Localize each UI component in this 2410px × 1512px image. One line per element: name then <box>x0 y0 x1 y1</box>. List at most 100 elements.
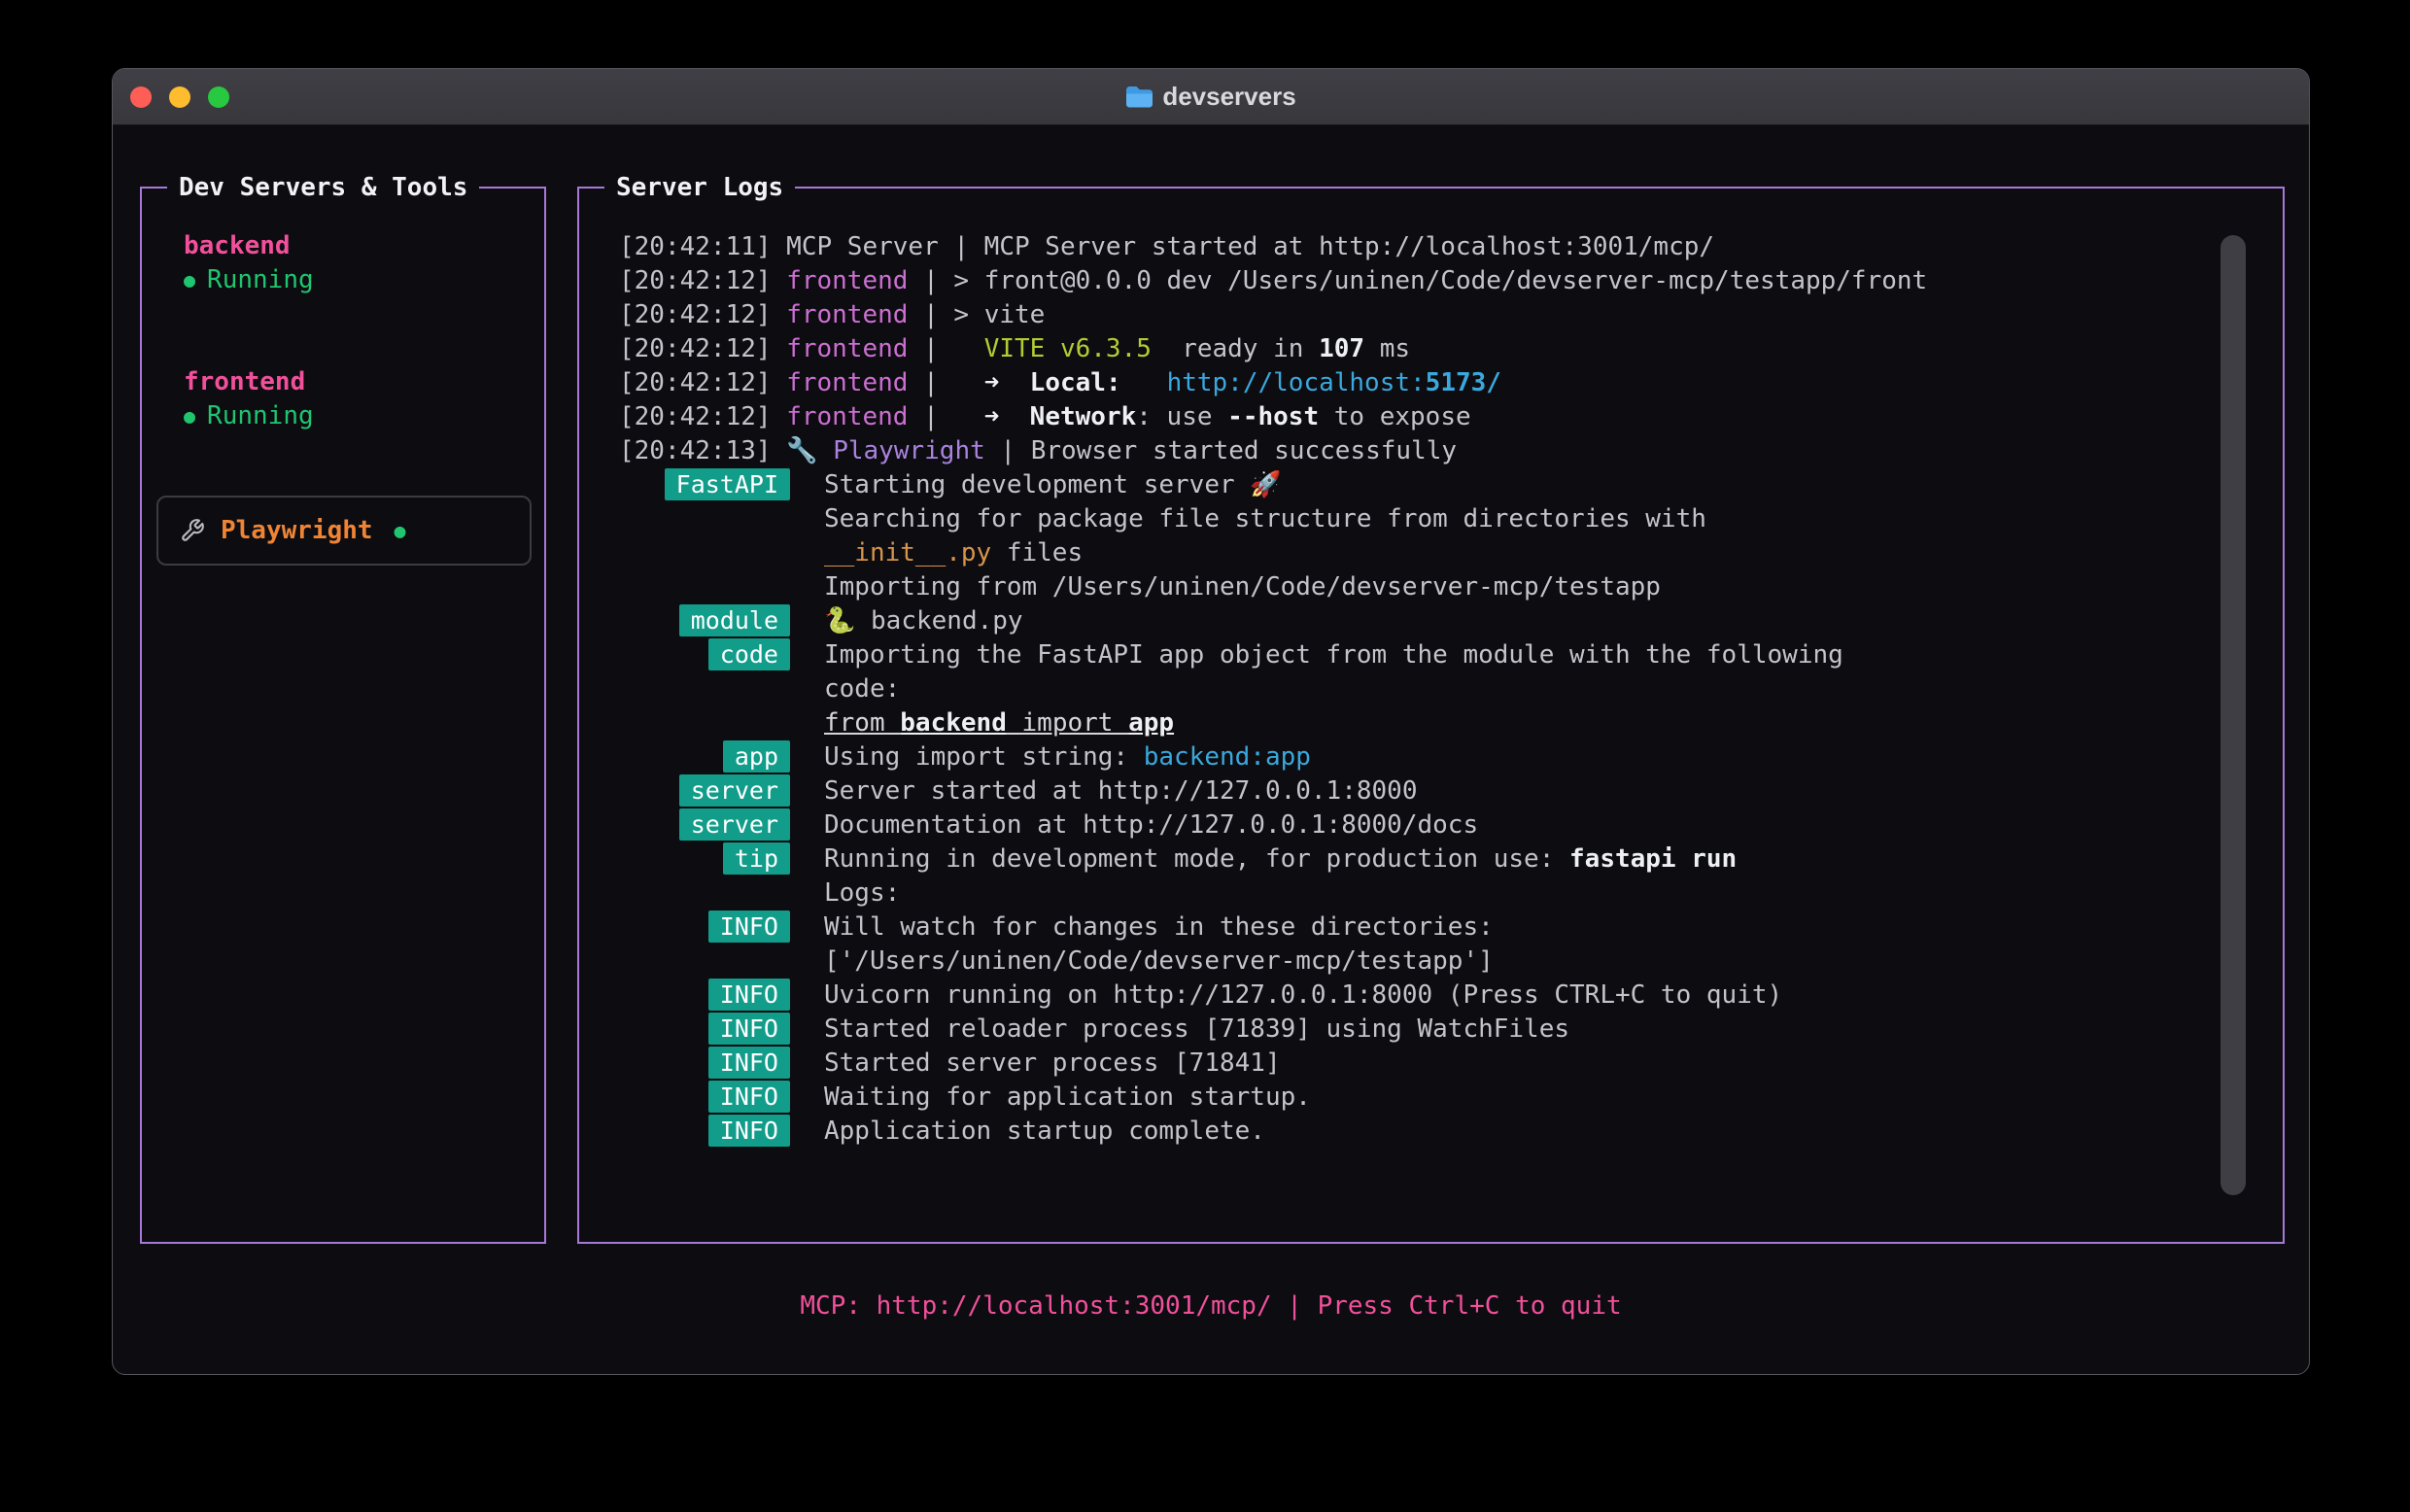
log-badge-gutter: INFO <box>619 911 824 943</box>
wrench-icon <box>180 518 205 543</box>
log-line: from backend import app <box>619 705 2205 739</box>
log-message: Logs: <box>824 878 900 908</box>
server-status: ●Running <box>184 263 314 297</box>
sidebar-panel: Dev Servers & Tools backend●Runningfront… <box>140 187 546 1244</box>
window-title-group: devservers <box>1125 82 1295 112</box>
log-badge-gutter: INFO <box>619 979 824 1011</box>
log-badge: module <box>679 604 790 636</box>
log-message: Running in development mode, for product… <box>824 844 1737 874</box>
log-line: [20:42:12] frontend | ➜ Local: http://lo… <box>619 365 2205 399</box>
log-badge: INFO <box>708 1115 790 1147</box>
sidebar-panel-title: Dev Servers & Tools <box>167 170 479 205</box>
window-title: devservers <box>1162 82 1295 112</box>
log-badge: server <box>679 774 790 807</box>
log-line: [20:42:12] frontend | ➜ Network: use --h… <box>619 399 2205 433</box>
tool-name: Playwright <box>221 516 373 545</box>
log-badge: app <box>723 740 790 773</box>
terminal-window: devservers Dev Servers & Tools backend●R… <box>112 68 2310 1375</box>
log-badge-gutter: INFO <box>619 1115 824 1147</box>
log-badge-gutter: tip <box>619 842 824 875</box>
log-line: Importing from /Users/uninen/Code/devser… <box>619 569 2205 603</box>
log-message: Started reloader process [71839] using W… <box>824 1014 1569 1044</box>
server-name: frontend <box>184 365 314 399</box>
log-badge: INFO <box>708 979 790 1011</box>
minimize-window-button[interactable] <box>169 86 190 108</box>
log-line: [20:42:11] MCP Server | MCP Server start… <box>619 229 2205 263</box>
log-badge-gutter: server <box>619 808 824 841</box>
log-badge: INFO <box>708 1047 790 1079</box>
log-message: Started server process [71841] <box>824 1048 1281 1078</box>
log-message: Using import string: backend:app <box>824 742 1311 772</box>
log-line: code Importing the FastAPI app object fro… <box>619 637 2205 671</box>
log-line: module🐍 backend.py <box>619 603 2205 637</box>
status-dot: ● <box>184 399 195 433</box>
server-name: backend <box>184 229 314 263</box>
log-line: FastAPI Starting development server 🚀 <box>619 467 2205 501</box>
log-line: ['/Users/uninen/Code/devserver-mcp/testa… <box>619 944 2205 978</box>
log-message: code: <box>824 674 900 704</box>
log-line: app Using import string: backend:app <box>619 739 2205 773</box>
sidebar-item-backend[interactable]: backend●Running <box>184 229 314 297</box>
log-message: Searching for package file structure fro… <box>824 504 1706 533</box>
log-badge: INFO <box>708 911 790 943</box>
log-message: Importing the FastAPI app object from th… <box>824 640 1843 670</box>
log-message: Starting development server 🚀 <box>824 470 1282 499</box>
log-line: INFO Started server process [71841] <box>619 1046 2205 1080</box>
log-line: __init__.py files <box>619 535 2205 569</box>
log-badge-gutter: server <box>619 774 824 807</box>
log-message: [20:42:13] 🔧 Playwright | Browser starte… <box>619 436 1457 465</box>
log-badge-gutter: INFO <box>619 1013 824 1045</box>
log-line: server Server started at http://127.0.0.1… <box>619 773 2205 808</box>
server-logs-panel-title: Server Logs <box>604 170 795 205</box>
status-dot: ● <box>395 519 406 542</box>
log-badge-gutter: code <box>619 638 824 670</box>
server-status: ●Running <box>184 399 314 433</box>
log-line: [20:42:13] 🔧 Playwright | Browser starte… <box>619 433 2205 467</box>
status-bar: MCP: http://localhost:3001/mcp/ | Press … <box>113 1289 2309 1323</box>
server-logs-panel: Server Logs [20:42:11] MCP Server | MCP … <box>577 187 2285 1244</box>
traffic-lights <box>130 69 229 124</box>
log-badge: INFO <box>708 1013 790 1045</box>
window-titlebar[interactable]: devservers <box>113 69 2309 125</box>
log-scrollbar[interactable] <box>2221 235 2246 1195</box>
log-message: __init__.py files <box>824 538 1083 567</box>
log-badge: INFO <box>708 1081 790 1113</box>
log-badge-gutter: FastAPI <box>619 468 824 500</box>
log-line: INFO Will watch for changes in these dire… <box>619 910 2205 944</box>
log-message: [20:42:12] frontend | VITE v6.3.5 ready … <box>619 334 1410 363</box>
log-message: Server started at http://127.0.0.1:8000 <box>824 776 1417 806</box>
log-line: serverDocumentation at http://127.0.0.1:… <box>619 808 2205 842</box>
sidebar-item-playwright[interactable]: Playwright ● <box>156 496 532 566</box>
log-message: Application startup complete. <box>824 1117 1265 1146</box>
log-line: INFO Waiting for application startup. <box>619 1080 2205 1114</box>
log-badge-gutter: INFO <box>619 1081 824 1113</box>
log-message: ['/Users/uninen/Code/devserver-mcp/testa… <box>824 946 1494 976</box>
log-line: INFO Application startup complete. <box>619 1114 2205 1148</box>
status-dot: ● <box>184 263 195 297</box>
log-badge: tip <box>723 842 790 875</box>
log-badge: FastAPI <box>665 468 790 500</box>
log-output: [20:42:11] MCP Server | MCP Server start… <box>619 229 2205 1148</box>
log-line: INFO Started reloader process [71839] usi… <box>619 1012 2205 1046</box>
log-message: Importing from /Users/uninen/Code/devser… <box>824 572 1661 601</box>
log-line: Searching for package file structure fro… <box>619 501 2205 535</box>
log-message: from backend import app <box>824 708 1174 738</box>
log-line: INFO Uvicorn running on http://127.0.0.1:… <box>619 978 2205 1012</box>
log-message: [20:42:12] frontend | ➜ Network: use --h… <box>619 402 1471 431</box>
folder-icon <box>1125 86 1153 108</box>
zoom-window-button[interactable] <box>208 86 229 108</box>
log-line: [20:42:12] frontend | VITE v6.3.5 ready … <box>619 331 2205 365</box>
log-line: [20:42:12] frontend | > vite <box>619 297 2205 331</box>
log-badge: code <box>708 638 790 670</box>
log-badge-gutter: INFO <box>619 1047 824 1079</box>
log-message: [20:42:12] frontend | ➜ Local: http://lo… <box>619 368 1501 397</box>
close-window-button[interactable] <box>130 86 152 108</box>
log-message: Will watch for changes in these director… <box>824 912 1494 942</box>
log-message: Waiting for application startup. <box>824 1082 1311 1112</box>
log-badge-gutter: module <box>619 604 824 636</box>
log-message: Uvicorn running on http://127.0.0.1:8000… <box>824 980 1782 1010</box>
log-line: Logs: <box>619 876 2205 910</box>
sidebar-item-frontend[interactable]: frontend●Running <box>184 365 314 433</box>
log-line: code: <box>619 671 2205 705</box>
log-message: Documentation at http://127.0.0.1:8000/d… <box>824 810 1478 840</box>
